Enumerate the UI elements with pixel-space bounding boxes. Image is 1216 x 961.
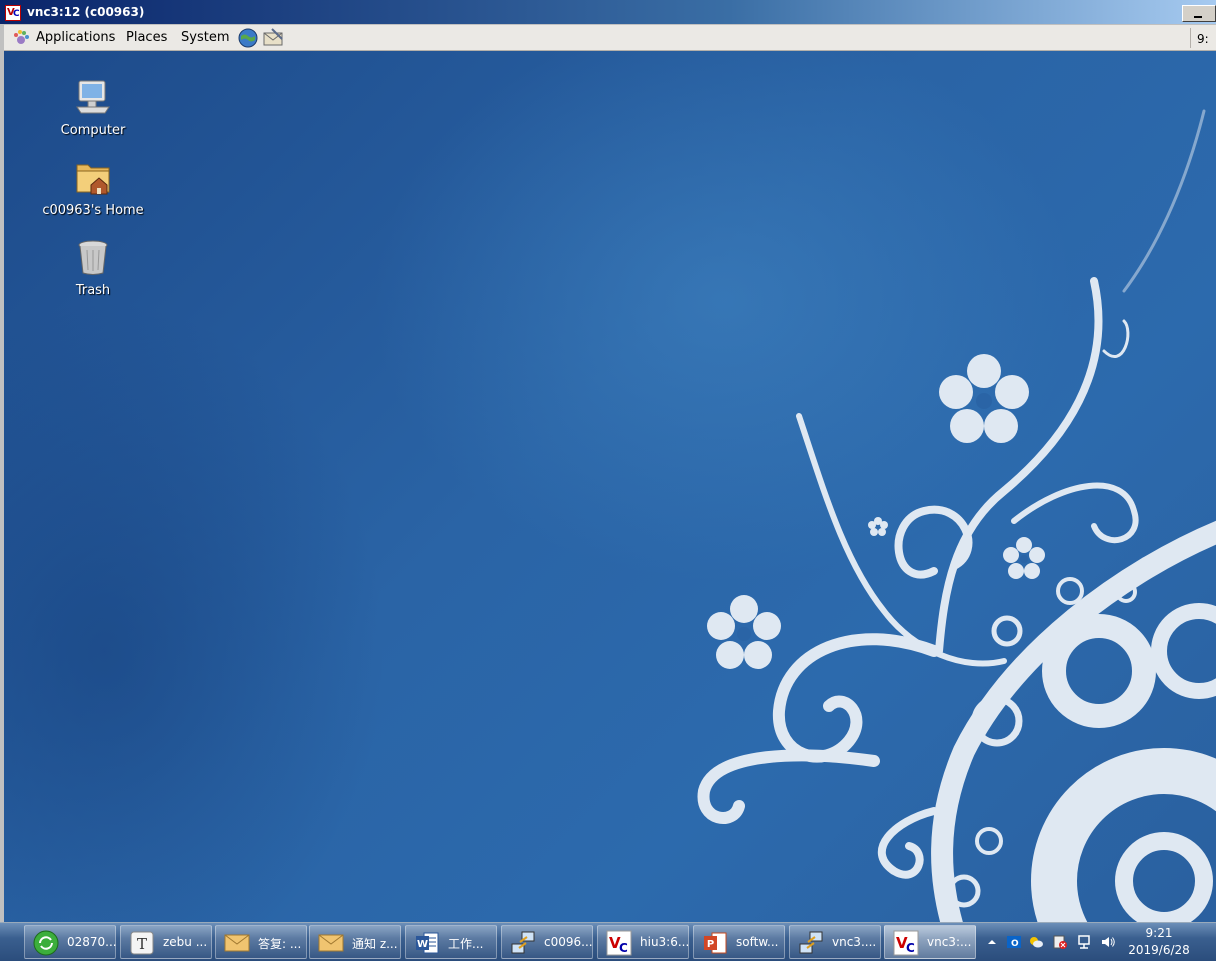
- word-document-icon: W: [416, 932, 439, 954]
- weather-cloud-icon[interactable]: [1028, 934, 1044, 950]
- places-menu[interactable]: Places: [126, 30, 167, 45]
- desktop[interactable]: Computer c00963's Home Trash: [4, 51, 1216, 922]
- taskbar-button-1[interactable]: 02870...: [24, 925, 117, 959]
- gnome-top-panel: Applications Places System 9:: [4, 25, 1216, 51]
- web-browser-launcher-icon[interactable]: [237, 27, 259, 49]
- system-menu[interactable]: System: [181, 30, 229, 45]
- home-folder-icon: [76, 164, 110, 195]
- taskbar-button-6[interactable]: c0096...: [501, 925, 593, 959]
- taskbar-button-4[interactable]: 通知 z...: [309, 925, 401, 959]
- taskbar-button-10-active[interactable]: V C vnc3:...: [884, 925, 976, 959]
- computer-icon-label: Computer: [60, 123, 126, 138]
- envelope-icon: [224, 934, 250, 952]
- trash-icon: [78, 240, 108, 275]
- tray-time[interactable]: 9:21: [1122, 926, 1196, 940]
- mail-launcher-icon[interactable]: [262, 27, 284, 49]
- taskbar-button-label: 工作...: [448, 937, 484, 951]
- gnome-foot-icon: [14, 30, 29, 44]
- network-icon[interactable]: [1076, 934, 1092, 950]
- trash-label: Trash: [75, 283, 111, 298]
- security-warning-icon[interactable]: [1052, 934, 1068, 950]
- svg-text:O: O: [1011, 939, 1019, 949]
- taskbar-button-3[interactable]: 答复: ...: [215, 925, 307, 959]
- volume-icon[interactable]: [1100, 934, 1116, 950]
- show-hidden-icons-arrow-icon[interactable]: [984, 934, 1000, 950]
- trash-desktop-icon[interactable]: Trash: [28, 237, 158, 298]
- outlook-icon[interactable]: O: [1006, 934, 1022, 950]
- taskbar-button-7[interactable]: V C hiu3:6...: [597, 925, 689, 959]
- text-editor-icon: T: [130, 931, 154, 955]
- windows-taskbar: 02870... T zebu ... 答复: ... 通知 z... W 工作…: [0, 922, 1216, 961]
- powerpoint-icon: P: [704, 932, 727, 954]
- home-folder-desktop-icon[interactable]: c00963's Home: [28, 157, 158, 218]
- window-title: vnc3:12 (c00963): [27, 5, 145, 19]
- taskbar-button-2[interactable]: T zebu ...: [120, 925, 212, 959]
- taskbar-button-label: 02870...: [67, 935, 117, 949]
- taskbar-button-label: softw...: [736, 935, 779, 949]
- taskbar-button-5[interactable]: W 工作...: [405, 925, 497, 959]
- taskbar-button-label: 通知 z...: [352, 937, 398, 951]
- taskbar-button-label: vnc3....: [832, 935, 877, 949]
- taskbar-button-label: vnc3:...: [927, 935, 972, 949]
- svg-text:C: C: [619, 941, 628, 955]
- vnc-window-titlebar[interactable]: VC vnc3:12 (c00963): [0, 0, 1216, 24]
- tray-date[interactable]: 2019/6/28: [1122, 943, 1196, 957]
- sync-app-icon: [33, 930, 59, 956]
- svg-text:P: P: [707, 939, 714, 950]
- vnc-viewer-icon: V C: [606, 930, 632, 956]
- taskbar-button-label: 答复: ...: [258, 937, 302, 951]
- panel-clock[interactable]: 9:: [1190, 28, 1216, 48]
- computer-icon: [76, 80, 110, 114]
- vnc-viewer-icon: V C: [893, 930, 919, 956]
- wallpaper-floral-art: [697, 109, 1216, 922]
- taskbar-button-9[interactable]: vnc3....: [789, 925, 881, 959]
- minimize-button[interactable]: [1182, 5, 1216, 22]
- taskbar-button-label: hiu3:6...: [640, 935, 690, 949]
- system-tray: O 9:21 2019/6/28: [982, 923, 1216, 961]
- remote-terminal-icon: [511, 931, 535, 954]
- applications-menu[interactable]: Applications: [36, 30, 115, 45]
- envelope-icon: [318, 934, 344, 952]
- svg-text:W: W: [417, 939, 428, 950]
- remote-terminal-icon: [799, 931, 823, 954]
- vnc-logo-icon: VC: [5, 5, 21, 21]
- svg-text:C: C: [906, 941, 915, 955]
- computer-desktop-icon[interactable]: Computer: [28, 77, 158, 138]
- taskbar-button-label: c0096...: [544, 935, 593, 949]
- taskbar-button-8[interactable]: P softw...: [693, 925, 785, 959]
- home-folder-label: c00963's Home: [42, 203, 144, 218]
- svg-text:T: T: [137, 935, 147, 953]
- taskbar-button-label: zebu ...: [163, 935, 208, 949]
